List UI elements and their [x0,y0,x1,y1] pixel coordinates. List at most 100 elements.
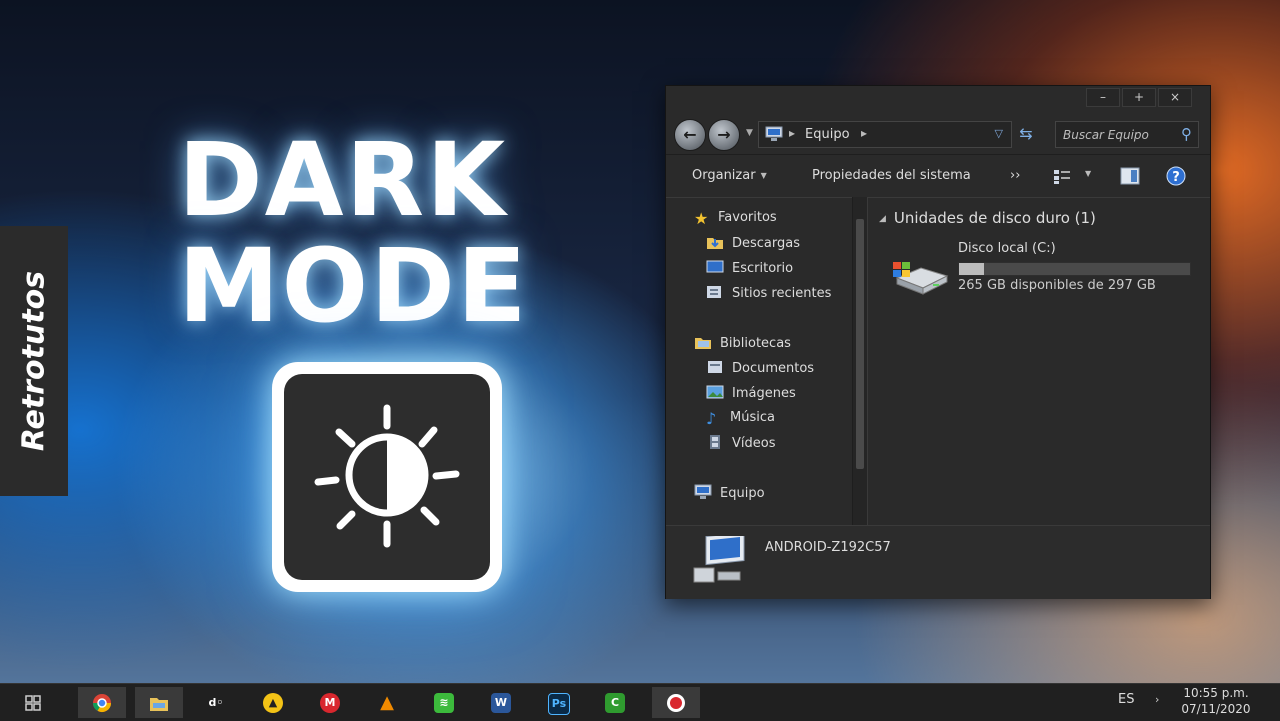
nav-scrollbar[interactable] [852,197,868,525]
taskbar-camtasia[interactable]: C [591,687,639,718]
documents-icon [708,361,722,373]
nav-desktop[interactable]: Escritorio [706,259,793,279]
chrome-icon [93,694,111,713]
group-header-hard-drives[interactable]: ◢ Unidades de disco duro (1) [879,209,1096,227]
back-button[interactable]: ← [674,119,706,151]
record-icon [667,694,685,712]
language-indicator[interactable]: ES [1118,692,1134,707]
command-bar: Organizar ▼ Propiedades del sistema ›› ▼ … [666,154,1210,198]
nav-images-label: Imágenes [732,386,796,401]
drive-name[interactable]: Disco local (C:) [958,241,1056,256]
breadcrumb-separator-icon: ▸ [789,126,796,140]
clock-date: 07/11/2020 [1181,702,1251,716]
app-yellow-icon: ▲ [263,693,283,713]
drive-usage-bar [958,262,1191,276]
brightness-contrast-icon [272,362,502,592]
group-title: Unidades de disco duro (1) [893,209,1096,227]
nav-computer[interactable]: Equipo [694,484,765,504]
nav-recent-label: Sitios recientes [732,286,832,301]
help-icon[interactable]: ? [1166,166,1186,186]
recent-pages-dropdown[interactable]: ▼ [746,128,753,138]
nav-downloads-label: Descargas [732,236,801,251]
taskbar-record[interactable] [652,687,700,718]
search-icon[interactable]: ⚲ [1181,125,1192,143]
start-icon[interactable] [20,692,46,714]
system-properties-button[interactable]: Propiedades del sistema [812,168,971,183]
navigation-pane: ★ Favoritos Descargas Escritorio Sitios r… [666,197,866,525]
star-icon: ★ [694,209,709,228]
taskbar-yellow-app[interactable]: ▲ [249,687,297,718]
word-icon: W [491,693,511,713]
search-input[interactable] [1056,122,1177,147]
computer-large-icon [693,536,745,583]
camtasia-icon: C [605,693,625,713]
nav-downloads[interactable]: Descargas [706,234,800,254]
drive-usage-fill [959,263,984,275]
dropdown-arrow-icon: ▼ [760,171,767,180]
preview-pane-icon[interactable] [1120,167,1140,185]
nav-music[interactable]: ♪ Música [706,409,775,429]
nav-desktop-label: Escritorio [732,261,794,276]
taskbar-clock[interactable]: 10:55 p.m. 07/11/2020 [1178,685,1254,717]
taskbar-wifi-app[interactable]: ≋ [420,687,468,718]
recent-places-icon [707,286,721,298]
taskbar-file-explorer[interactable] [135,687,183,718]
taskbar-mega[interactable]: M [306,687,354,718]
taskbar-photoshop[interactable]: Ps [534,687,582,718]
computer-name: ANDROID-Z192C57 [765,540,891,555]
address-bar[interactable]: ▸ Equipo ▸ ▽ [758,121,1012,148]
collapse-arrow-icon[interactable]: ◢ [879,214,886,224]
nav-favorites[interactable]: ★ Favoritos [694,209,777,229]
breadcrumb-chevron-icon[interactable]: ▸ [861,126,867,140]
breadcrumb-equipo[interactable]: Equipo [805,127,850,142]
taskbar-dl[interactable]: d◦ [192,687,240,718]
file-explorer-icon [150,698,168,711]
dl-icon: d◦ [208,696,224,709]
nav-recent[interactable]: Sitios recientes [706,284,831,304]
arrow-left-icon: ← [683,125,697,144]
view-options-dropdown-icon[interactable]: ▼ [1085,169,1091,178]
close-button[interactable]: × [1158,88,1192,107]
address-dropdown-icon[interactable]: ▽ [995,127,1003,140]
more-commands-button[interactable]: ›› [1010,168,1020,183]
computer-icon [765,126,783,141]
hard-drive-icon [893,262,949,295]
taskbar-chrome[interactable] [78,687,126,718]
hero-title-line1: DARK [178,121,508,240]
refresh-icon[interactable]: ⇆ [1015,124,1037,144]
minimize-button[interactable]: – [1086,88,1120,107]
scrollbar-thumb[interactable] [856,219,864,469]
show-hidden-icons-icon[interactable]: › [1155,693,1159,706]
forward-button[interactable]: → [708,119,740,151]
explorer-window: – + × ← → ▼ ▸ Equipo ▸ ▽ ⇆ ⚲ Organizar▼ … [665,85,1211,599]
music-icon: ♪ [706,409,717,428]
mega-icon: M [320,693,340,713]
taskbar-word[interactable]: W [477,687,525,718]
svg-text:?: ? [1172,170,1180,185]
organize-menu[interactable]: Organizar ▼ [692,168,767,183]
clock-time: 10:55 p.m. [1183,686,1249,700]
nav-favorites-label: Favoritos [718,210,777,225]
libraries-folder-icon [695,338,711,349]
window-controls: – + × [1084,88,1192,107]
desktop-icon [706,260,724,273]
organize-label: Organizar [692,168,756,183]
maximize-button[interactable]: + [1122,88,1156,107]
wifi-app-icon: ≋ [434,693,454,713]
nav-images[interactable]: Imágenes [706,384,796,404]
brand-label: Retrotutos [16,270,52,452]
change-view-icon[interactable] [1053,169,1073,185]
computer-icon [694,484,712,499]
videos-icon [710,435,720,449]
search-box[interactable]: ⚲ [1055,121,1199,148]
nav-videos-label: Vídeos [732,436,776,451]
nav-libraries-label: Bibliotecas [720,336,791,351]
nav-documents[interactable]: Documentos [706,359,814,379]
images-icon [706,385,724,399]
nav-documents-label: Documentos [732,361,815,376]
taskbar-vlc[interactable]: ▲ [363,687,411,718]
nav-videos[interactable]: Vídeos [706,434,775,454]
nav-computer-label: Equipo [720,486,765,501]
nav-libraries[interactable]: Bibliotecas [694,334,791,354]
taskbar: d◦ ▲ M ▲ ≋ W Ps C ES › 10:55 p.m. 07/11/… [0,683,1280,721]
